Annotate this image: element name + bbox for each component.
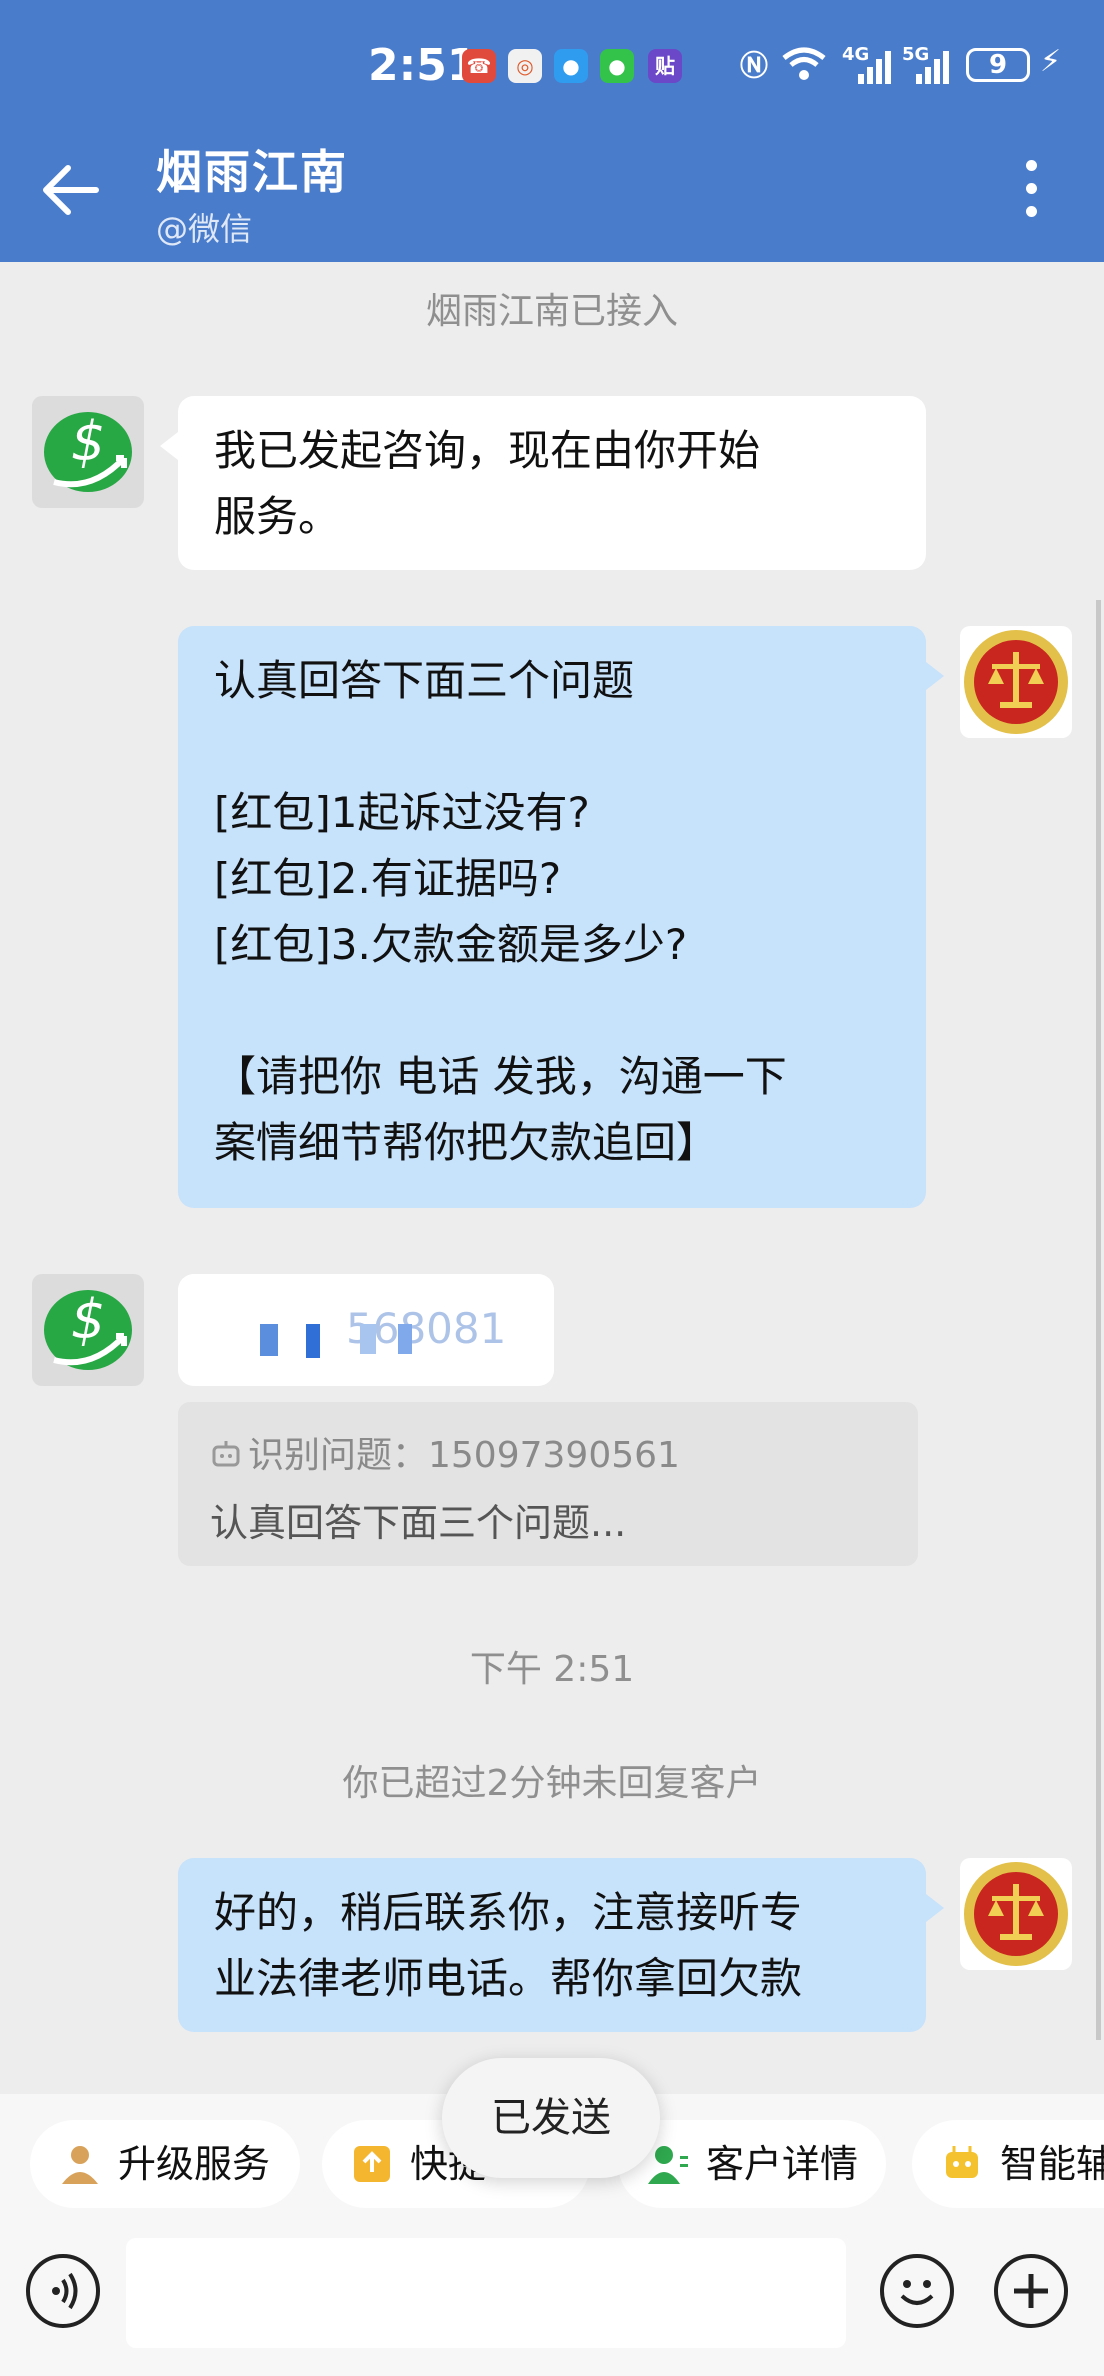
battery-icon: 9	[966, 48, 1030, 82]
add-attachment-button[interactable]	[994, 2254, 1068, 2328]
court-emblem-icon	[964, 1862, 1068, 1966]
chip-label: 客户详情	[706, 2142, 859, 2186]
notification-wechat-icon: ●	[600, 49, 634, 83]
redaction-block	[360, 1324, 376, 1354]
message-bubble-incoming-redacted[interactable]: 568081	[178, 1274, 554, 1386]
customer-avatar[interactable]: $	[32, 396, 144, 508]
quote-text: 认真回答下面三个问题...	[210, 1501, 627, 1545]
message-bubble-outgoing[interactable]: 好的，稍后联系你，注意接听专 业法律老师电话。帮你拿回欠款	[178, 1858, 926, 2032]
smart-assist-chip[interactable]: 智能辅	[912, 2120, 1104, 2208]
sent-toast: 已发送	[442, 2058, 660, 2178]
charging-icon: ⚡	[1040, 44, 1062, 79]
chat-title: 烟雨江南	[156, 145, 348, 199]
chat-scrollbar[interactable]	[1096, 600, 1101, 2040]
wifi-icon	[782, 47, 826, 80]
signal-bars-icon	[858, 51, 891, 84]
redaction-block	[398, 1324, 412, 1354]
bubble-tail	[160, 432, 178, 460]
back-arrow-icon[interactable]	[38, 158, 102, 222]
message-timestamp: 下午 2:51	[469, 1649, 635, 1690]
notification-app-icon: ☎	[462, 49, 496, 83]
voice-icon	[52, 2272, 78, 2310]
svg-text:$: $	[71, 410, 105, 473]
more-options-icon[interactable]	[1016, 160, 1046, 224]
voice-input-button[interactable]	[26, 2254, 100, 2328]
chip-label: 升级服务	[118, 2142, 271, 2186]
customer-detail-chip[interactable]: 客户详情	[618, 2120, 886, 2208]
quote-label: 识别问题：15097390561	[248, 1435, 680, 1476]
status-bar: 2:51 ☎ ◎ ● ● 贴 Ⓝ 4G 5G 9 ⚡	[0, 0, 1104, 130]
customer-detail-icon	[648, 2146, 688, 2184]
bubble-tail	[926, 1894, 944, 1922]
system-message-timeout: 你已超过2分钟未回复客户	[342, 1763, 762, 1804]
notification-chat-icon: ●	[554, 49, 588, 83]
robot-icon	[212, 1441, 240, 1467]
bubble-tail	[926, 662, 944, 690]
agent-avatar[interactable]	[960, 626, 1072, 738]
person-upgrade-icon	[62, 2146, 98, 2184]
battery-level: 9	[988, 50, 1008, 80]
quoted-message-card[interactable]: 识别问题：15097390561 认真回答下面三个问题...	[178, 1402, 918, 1566]
robot-icon	[946, 2146, 978, 2178]
svg-text:$: $	[71, 1288, 105, 1351]
notification-app-icon: 贴	[648, 49, 682, 83]
redaction-block	[260, 1324, 278, 1356]
message-input[interactable]	[126, 2238, 846, 2348]
chip-label: 智能辅	[1000, 2142, 1104, 2186]
app-header: 2:51 ☎ ◎ ● ● 贴 Ⓝ 4G 5G 9 ⚡ 烟雨江南 @微信	[0, 0, 1104, 262]
nfc-icon: Ⓝ	[740, 49, 769, 82]
emoji-icon	[900, 2280, 934, 2305]
customer-avatar[interactable]: $	[32, 1274, 144, 1386]
agent-avatar[interactable]	[960, 1858, 1072, 1970]
notification-app-icon: ◎	[508, 49, 542, 83]
court-emblem-icon	[964, 630, 1068, 734]
chat-subtitle: @微信	[156, 210, 253, 248]
redaction-block	[306, 1324, 320, 1358]
message-bubble-outgoing[interactable]: 认真回答下面三个问题 [红包]1起诉过没有? [红包]2.有证据吗? [红包]3…	[178, 626, 926, 1208]
signal-bars-icon	[916, 51, 949, 84]
system-message-joined: 烟雨江南已接入	[425, 291, 678, 332]
customer-logo-icon: $	[44, 1288, 132, 1370]
quick-reply-icon	[354, 2146, 390, 2182]
message-bubble-incoming[interactable]: 我已发起咨询，现在由你开始 服务。	[178, 396, 926, 570]
upgrade-service-chip[interactable]: 升级服务	[30, 2120, 300, 2208]
customer-logo-icon: $	[44, 410, 132, 492]
plus-icon	[1014, 2274, 1048, 2308]
emoji-button[interactable]	[880, 2254, 954, 2328]
